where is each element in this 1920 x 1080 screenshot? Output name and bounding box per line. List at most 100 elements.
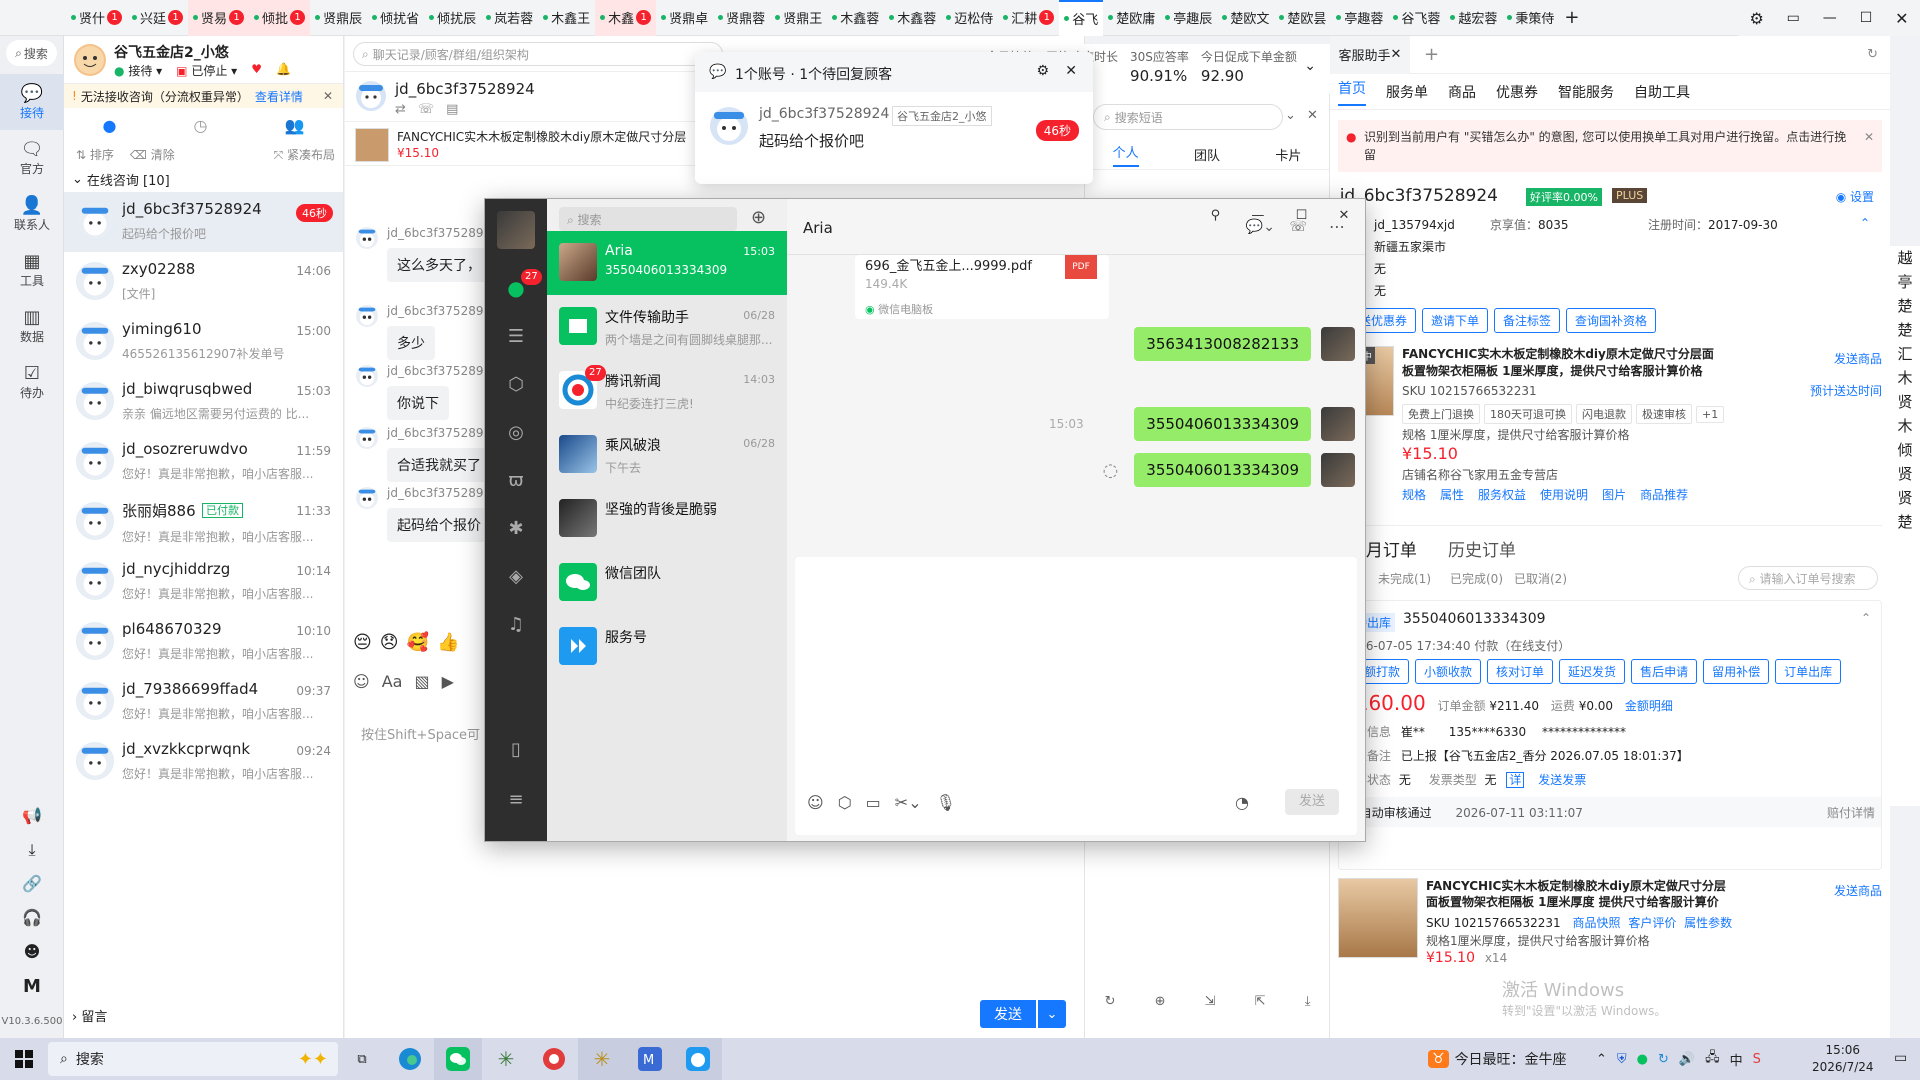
tab-shop-17[interactable]: 谷飞 (1059, 0, 1104, 36)
tab-shop-25[interactable]: 秉策侍 (1502, 0, 1559, 36)
list-item[interactable]: yiming610 465526135612907补发单号 15:00 (64, 312, 343, 372)
rail-item-0[interactable]: 💬 接待 (0, 74, 64, 130)
add-icon[interactable]: ⊕ (1155, 994, 1166, 1009)
taskbar-search[interactable]: ⌕ 搜索 ✦✦ (48, 1042, 338, 1076)
edge-icon[interactable] (386, 1038, 434, 1080)
tab-personal[interactable]: 个人 (1112, 142, 1139, 167)
wechat-search-input[interactable]: ⌕ 搜索 (559, 207, 737, 231)
tab-shop-0[interactable]: 贤什 1 (66, 0, 127, 36)
tab-shop-2[interactable]: 贤易 1 (188, 0, 250, 36)
rail-item-3[interactable]: ▦ 工具 (0, 242, 64, 298)
taskbar-clock[interactable]: 15:06 2026/7/24 (1812, 1042, 1874, 1076)
side-shop-item[interactable]: 亭 (1890, 270, 1920, 294)
app-star-icon[interactable]: ✳ (482, 1038, 530, 1080)
status-stopped[interactable]: ▣ 已停止 ▾ (176, 62, 237, 79)
clock-icon[interactable]: ◷ (194, 116, 208, 135)
side-shop-item[interactable]: 楚 (1890, 510, 1920, 534)
rail-item-5[interactable]: ☑ 待办 (0, 354, 64, 410)
popup-message[interactable]: jd_6bc3f37528924 谷飞五金店2_小悠 起码给个报价吧 46秒 (695, 92, 1093, 172)
rail-item-2[interactable]: 👤 联系人 (0, 186, 64, 242)
wechat-list-item[interactable]: 坚強的背後是脆弱 (547, 487, 787, 551)
robot-icon[interactable]: ☻ (0, 942, 64, 976)
assistant-nav-5[interactable]: 自助工具 (1634, 82, 1690, 102)
product-link[interactable]: 规格 (1402, 488, 1426, 502)
popup-close-icon[interactable]: ✕ (1065, 63, 1077, 79)
add-tab-icon[interactable]: + (1559, 0, 1584, 36)
filter-completed[interactable]: 已完成(0) (1450, 570, 1503, 587)
app-gold-icon[interactable]: ✳ (578, 1038, 626, 1080)
side-shop-item[interactable]: 越 (1890, 246, 1920, 270)
product-link[interactable]: 商品推荐 (1640, 488, 1688, 502)
folder-icon[interactable]: ▭ (866, 793, 881, 812)
send-options-chevron-icon[interactable]: ⌄ (1038, 1000, 1066, 1028)
tab-shop-10[interactable]: 贤鼎卓 (656, 0, 713, 36)
video-icon[interactable]: ▶ (442, 672, 454, 691)
tab-card[interactable]: 卡片 (1275, 145, 1301, 164)
maximize-icon[interactable]: ☐ (1860, 10, 1873, 26)
rail-item-4[interactable]: ▥ 数据 (0, 298, 64, 354)
send-product-link[interactable]: 发送商品 (1834, 882, 1882, 899)
invoice-detail-link[interactable]: 详 (1506, 772, 1525, 788)
notification-icon[interactable]: ▭ (1894, 1050, 1907, 1066)
tab-assistant[interactable]: 客服助手 ✕ (1330, 35, 1410, 74)
jd-chat-icon[interactable] (674, 1038, 722, 1080)
tab-shop-9[interactable]: 木鑫 1 (595, 0, 657, 36)
menu-icon[interactable]: ≡ (485, 789, 547, 810)
product-link[interactable]: 使用说明 (1540, 488, 1588, 502)
tab-shop-24[interactable]: 越宏蓉 (1445, 0, 1502, 36)
tab-shop-8[interactable]: 木鑫王 (538, 0, 595, 36)
emoji-icon[interactable]: 😞 (380, 632, 399, 653)
contacts-icon[interactable]: ☰ (485, 313, 547, 361)
windows-start-icon[interactable] (0, 1038, 48, 1080)
wechat-input-box[interactable]: ☺ ⬡ ▭ ✂⌄ 🎙 ◔ 发送 (795, 557, 1357, 835)
taskbar-weather[interactable]: ♉ 今日最旺：金牛座 (1428, 1038, 1567, 1080)
list-item[interactable]: zxy02288 [文件] 14:06 (64, 252, 343, 312)
scissors-icon[interactable]: ✂⌄ (895, 793, 922, 812)
tab-shop-13[interactable]: 木鑫蓉 (827, 0, 884, 36)
order-action-button[interactable]: 小额收款 (1415, 659, 1482, 684)
tab-shop-5[interactable]: 倾扰省 (367, 0, 424, 36)
phone-icon[interactable]: ▯ (485, 739, 547, 760)
emoji-icon[interactable]: 🥰 (407, 632, 429, 653)
assistant-nav-3[interactable]: 优惠券 (1496, 82, 1538, 102)
assistant-nav-1[interactable]: 服务单 (1386, 82, 1428, 102)
customer-action-button[interactable]: 邀请下单 (1422, 308, 1489, 333)
order-action-button[interactable]: 订单出库 (1775, 659, 1842, 684)
list-item[interactable]: pl648670329 您好！真是非常抱歉，咱小店客服... 10:10 (64, 612, 343, 672)
send-invoice-link[interactable]: 发送发票 (1538, 773, 1586, 787)
mic-icon[interactable]: 🎙 (936, 793, 956, 812)
mini-program-icon[interactable]: ◈ (485, 553, 547, 601)
bell-icon[interactable]: 🔔 (276, 62, 291, 79)
search-feature-icon[interactable]: ✱ (485, 505, 547, 553)
phrase-search-input[interactable]: ⌕ 搜索短语 (1093, 104, 1283, 130)
channels-icon[interactable]: ϖ (485, 457, 547, 505)
network-icon[interactable]: 🖧 (1705, 1048, 1720, 1070)
pin-icon[interactable]: ⚲ (1211, 208, 1221, 223)
list-item[interactable]: jd_osozreruwdvo 您好！真是非常抱歉，咱小店客服... 11:59 (64, 432, 343, 492)
sogou-icon[interactable]: S (1753, 1052, 1761, 1067)
voice-call-icon[interactable]: ◔ (1235, 793, 1249, 812)
wechat-user-avatar[interactable] (497, 211, 535, 249)
add-tab-icon[interactable]: + (1424, 44, 1439, 65)
import-icon[interactable]: ⇲ (1205, 994, 1216, 1009)
tray-expand-icon[interactable]: ⌃ (1596, 1052, 1607, 1067)
wechat-chat-icon[interactable]: ● 27 (485, 263, 547, 313)
settings-link[interactable]: ◉ 设置 (1836, 188, 1874, 205)
product-link[interactable]: 服务权益 (1478, 488, 1526, 502)
chat-bubble-icon[interactable]: ● (103, 116, 117, 135)
clear-button[interactable]: ⌫ 清除 (130, 146, 175, 163)
stats-collapse-icon[interactable]: ⌄ (1304, 58, 1316, 74)
product-link[interactable]: 属性 (1440, 488, 1464, 502)
assistant-nav-0[interactable]: 首页 (1338, 78, 1366, 106)
wechat-list-item[interactable]: 微信团队 (547, 551, 787, 615)
download-icon[interactable]: ⤓ (0, 840, 64, 874)
collection-icon[interactable]: ⬡ (485, 361, 547, 409)
favorites-icon[interactable]: ⬡ (838, 793, 852, 812)
m-logo-icon[interactable]: M (0, 976, 64, 1010)
eta-link[interactable]: 预计送达时间 (1810, 382, 1882, 399)
list-item[interactable]: 张丽娟886 已付款 您好！真是非常抱歉，咱小店客服... 11:33 (64, 492, 343, 552)
product-link[interactable]: 图片 (1602, 488, 1626, 502)
customer-action-button[interactable]: 备注标签 (1494, 308, 1561, 333)
minimize-icon[interactable]: — (1251, 208, 1264, 223)
list-item[interactable]: jd_nycjhiddrzg 您好！真是非常抱歉，咱小店客服... 10:14 (64, 552, 343, 612)
